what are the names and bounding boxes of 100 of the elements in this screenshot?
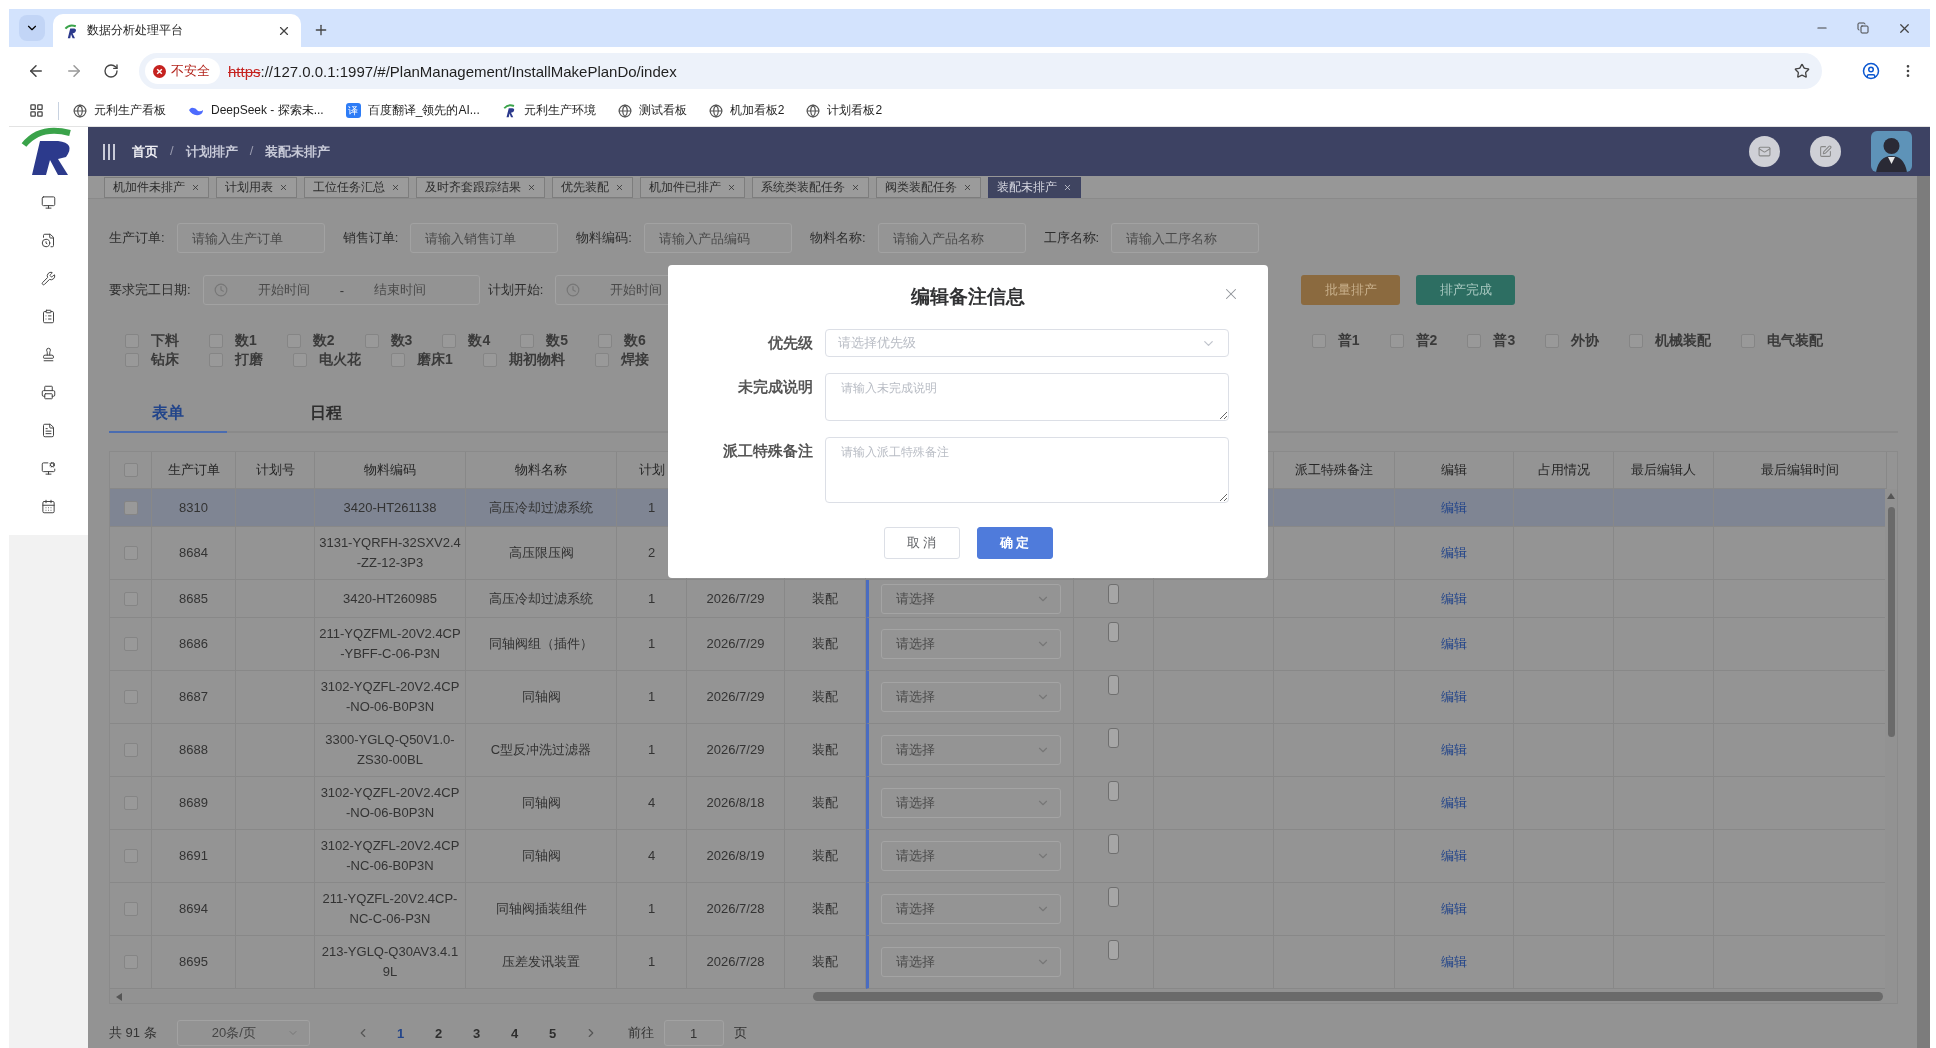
- filter-input[interactable]: 请输入产品编码: [643, 223, 792, 253]
- priority-select[interactable]: 请选择: [881, 841, 1061, 871]
- page-button[interactable]: 3: [457, 1025, 496, 1041]
- toggle-switch[interactable]: [1108, 940, 1119, 960]
- nav-monitor-icon[interactable]: [41, 194, 56, 210]
- page-button[interactable]: 1: [381, 1025, 420, 1041]
- edit-link[interactable]: 编辑: [1441, 741, 1467, 759]
- cancel-button[interactable]: 取 消: [883, 527, 960, 559]
- nav-monitor-settings-icon[interactable]: [41, 460, 56, 476]
- edit-link[interactable]: 编辑: [1441, 544, 1467, 562]
- edit-button[interactable]: [1810, 136, 1841, 167]
- category-checkbox[interactable]: 磨床1: [391, 350, 453, 369]
- page-tag[interactable]: 及时齐套跟踪结果: [416, 176, 545, 198]
- category-checkbox[interactable]: 期初物料: [482, 350, 565, 369]
- priority-select[interactable]: 请选择: [881, 682, 1061, 712]
- edit-link[interactable]: 编辑: [1441, 498, 1467, 517]
- page-scrollbar[interactable]: [1917, 176, 1930, 1048]
- page-tag[interactable]: 系统类装配任务: [752, 176, 869, 198]
- menu-toggle-icon[interactable]: [102, 142, 116, 161]
- mail-button[interactable]: [1749, 136, 1780, 167]
- close-icon[interactable]: [191, 182, 200, 192]
- filter-input[interactable]: 请输入生产订单: [176, 223, 325, 253]
- category-checkbox[interactable]: 焊接: [594, 350, 649, 369]
- category-checkbox[interactable]: 普2: [1389, 331, 1438, 350]
- goto-page-input[interactable]: 1: [663, 1020, 724, 1046]
- page-button[interactable]: 2: [419, 1025, 458, 1041]
- category-checkbox[interactable]: 钻床: [125, 350, 179, 369]
- priority-select[interactable]: 请选择: [881, 583, 1061, 614]
- table-row[interactable]: 8687 3102-YQZFL-20V2.4CP -NO-06-B0P3N 同轴阀 1 2026/7/29 装配 请选择 编辑: [110, 671, 1885, 724]
- edit-link[interactable]: 编辑: [1441, 953, 1467, 971]
- toggle-switch[interactable]: [1108, 728, 1119, 748]
- edit-link[interactable]: 编辑: [1441, 635, 1467, 653]
- note-textarea[interactable]: 请输入未完成说明: [825, 373, 1229, 421]
- close-icon[interactable]: [279, 182, 288, 192]
- close-icon[interactable]: [727, 182, 736, 192]
- nav-document-clock-icon[interactable]: [41, 232, 56, 248]
- category-checkbox[interactable]: 数6: [598, 331, 646, 350]
- table-row[interactable]: 8689 3102-YQZFL-20V2.4CP -NO-06-B0P3N 同轴阀 4 2026/8/18 装配 请选择 编辑: [110, 777, 1885, 830]
- security-chip[interactable]: 不安全: [145, 58, 220, 84]
- close-icon[interactable]: [963, 182, 972, 192]
- toggle-switch[interactable]: [1108, 887, 1119, 907]
- browser-tab[interactable]: 数据分析处理平台: [53, 14, 301, 47]
- nav-printer-icon[interactable]: [41, 384, 56, 400]
- bookmark-link[interactable]: 译 百度翻译_领先的AI...: [345, 102, 480, 119]
- bookmark-star-icon[interactable]: [1794, 63, 1810, 79]
- priority-select[interactable]: 请选择: [881, 629, 1061, 659]
- page-tag[interactable]: 工位任务汇总: [304, 176, 409, 198]
- page-tag[interactable]: 计划用表: [216, 176, 297, 198]
- bookmark-link[interactable]: DeepSeek - 探索未...: [188, 102, 324, 119]
- category-checkbox[interactable]: 电火花: [293, 350, 361, 369]
- priority-select[interactable]: 请选择: [881, 788, 1061, 818]
- category-checkbox[interactable]: 数2: [286, 331, 335, 350]
- priority-select[interactable]: 请选择优先级: [825, 329, 1229, 357]
- forward-icon[interactable]: [65, 62, 83, 80]
- close-icon[interactable]: [615, 182, 624, 192]
- nav-clipboard-icon[interactable]: [41, 308, 56, 324]
- close-icon[interactable]: [1063, 182, 1072, 192]
- edit-link[interactable]: 编辑: [1441, 900, 1467, 918]
- page-tag[interactable]: 阀类装配任务: [876, 176, 981, 198]
- confirm-button[interactable]: 确 定: [976, 527, 1053, 559]
- page-tag[interactable]: 机加件未排产: [104, 176, 209, 198]
- table-row[interactable]: 8695 213-YGLQ-Q30AV3.4.1 9L 压差发讯装置 1 2026/7/28 装配 请选择 编辑: [110, 936, 1885, 989]
- category-checkbox[interactable]: 普3: [1467, 331, 1516, 350]
- breadcrumb-item[interactable]: 计划排产: [185, 142, 238, 161]
- toggle-switch[interactable]: [1108, 781, 1119, 801]
- nav-tools-icon[interactable]: [41, 270, 56, 286]
- table-row[interactable]: 8691 3102-YQZFL-20V2.4CP -NC-06-B0P3N 同轴阀 4 2026/8/19 装配 请选择 编辑: [110, 830, 1885, 883]
- table-row[interactable]: 8685 3420-HT260985 高压冷却过滤系统 1 2026/7/29 装配 请选择 编辑: [110, 580, 1885, 618]
- table-row[interactable]: 8686 211-YQZFML-20V2.4CP -YBFF-C-06-P3N 同轴阀组（插件） 1 2026/7/29 装配 请选择 编辑: [110, 618, 1885, 671]
- view-tab[interactable]: 表单: [109, 395, 227, 433]
- edit-link[interactable]: 编辑: [1441, 794, 1467, 812]
- view-tab[interactable]: 日程: [267, 395, 385, 433]
- category-checkbox[interactable]: 数1: [209, 331, 257, 350]
- category-checkbox[interactable]: 数5: [520, 331, 568, 350]
- date-range-field[interactable]: 开始时间 - 结束时间: [202, 275, 480, 305]
- page-size-select[interactable]: 20条/页: [176, 1020, 310, 1046]
- nav-calendar-icon[interactable]: [41, 498, 56, 514]
- profile-icon[interactable]: [1862, 62, 1880, 80]
- toggle-switch[interactable]: [1108, 834, 1119, 854]
- filter-input[interactable]: 请输入工序名称: [1111, 223, 1260, 253]
- edit-link[interactable]: 编辑: [1441, 688, 1467, 706]
- close-icon[interactable]: [391, 182, 400, 192]
- bookmark-link[interactable]: 计划看板2: [806, 102, 883, 119]
- new-tab-icon[interactable]: [313, 22, 329, 38]
- page-tag[interactable]: 机加件已排产: [640, 176, 745, 198]
- filter-input[interactable]: 请输入产品名称: [877, 223, 1026, 253]
- category-checkbox[interactable]: 外协: [1545, 331, 1600, 350]
- scroll-up-icon[interactable]: [1887, 493, 1895, 499]
- category-checkbox[interactable]: 电气装配: [1741, 331, 1824, 350]
- back-icon[interactable]: [27, 62, 45, 80]
- category-checkbox[interactable]: 打磨: [209, 350, 263, 369]
- bookmark-link[interactable]: 元利生产看板: [73, 102, 166, 119]
- toggle-switch[interactable]: [1108, 584, 1119, 604]
- priority-select[interactable]: 请选择: [881, 735, 1061, 765]
- toggle-switch[interactable]: [1108, 622, 1119, 642]
- tab-list-button[interactable]: [19, 15, 45, 41]
- table-row[interactable]: 8688 3300-YGLQ-Q50V1.0- ZS30-00BL C型反冲洗过滤器 1 2026/7/29 装配 请选择 编辑: [110, 724, 1885, 777]
- page-tag[interactable]: 优先装配: [552, 176, 633, 198]
- restore-icon[interactable]: [1857, 22, 1869, 34]
- nav-document-icon[interactable]: [41, 422, 56, 438]
